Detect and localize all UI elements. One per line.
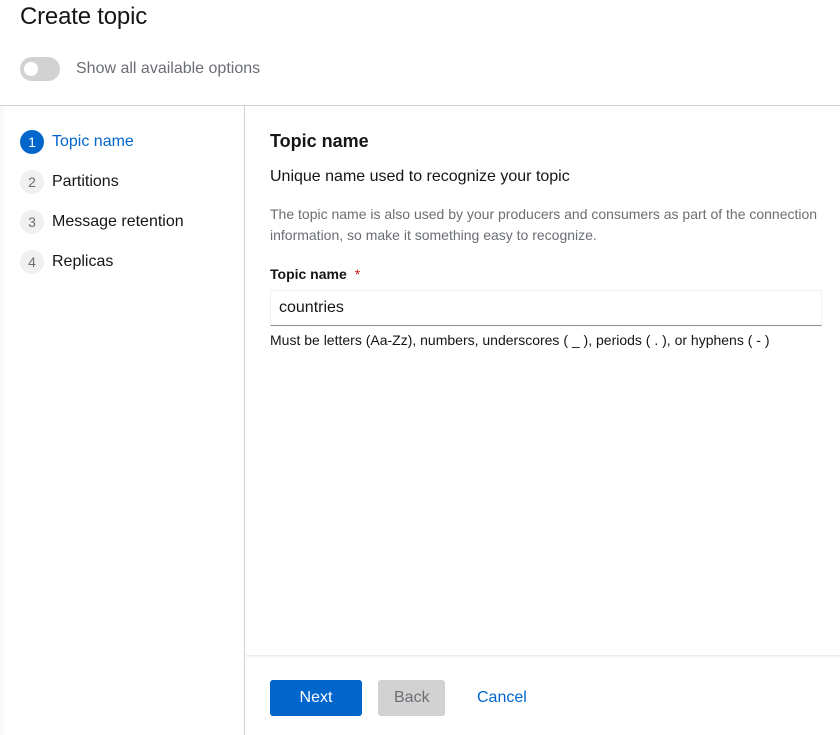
step-number: 1 [20,130,44,154]
wizard-nav-list: 1 Topic name 2 Partitions 3 Message rete… [20,130,184,290]
cancel-button[interactable]: Cancel [461,680,543,716]
step-number: 3 [20,210,44,234]
wizard-step-message-retention[interactable]: 3 Message retention [20,210,184,234]
topic-name-helper-text: Must be letters (Aa-Zz), numbers, unders… [270,332,770,348]
step-content: Topic name Unique name used to recognize… [270,130,822,348]
topic-name-label-text: Topic name [270,266,347,282]
step-number: 2 [20,170,44,194]
topic-name-input[interactable] [270,290,822,326]
wizard-footer: Next Back Cancel [246,658,840,735]
wizard-main: Topic name Unique name used to recognize… [246,106,840,655]
show-all-options-toggle[interactable] [20,57,60,81]
step-label: Partitions [52,173,119,190]
step-label: Topic name [52,133,134,150]
back-button[interactable]: Back [378,679,445,716]
step-title: Topic name [270,131,369,151]
show-all-options-label[interactable]: Show all available options [76,60,260,78]
wizard-nav: 1 Topic name 2 Partitions 3 Message rete… [0,106,245,735]
wizard-step-partitions[interactable]: 2 Partitions [20,170,184,194]
page-header: Create topic Show all available options [0,0,840,105]
wizard-step-topic-name[interactable]: 1 Topic name [20,130,184,154]
topic-name-label: Topic name * [270,262,822,286]
step-subtitle: Unique name used to recognize your topic [270,168,570,185]
step-label: Replicas [52,253,114,270]
page-title: Create topic [20,3,147,30]
required-indicator: * [354,266,361,282]
wizard-step-replicas[interactable]: 4 Replicas [20,250,184,274]
show-all-options-switch-row: Show all available options [20,57,260,81]
step-number: 4 [20,250,44,274]
step-label: Message retention [52,213,184,230]
step-help-text: The topic name is also used by your prod… [270,206,818,243]
next-button[interactable]: Next [270,679,362,716]
toggle-knob [24,62,38,76]
